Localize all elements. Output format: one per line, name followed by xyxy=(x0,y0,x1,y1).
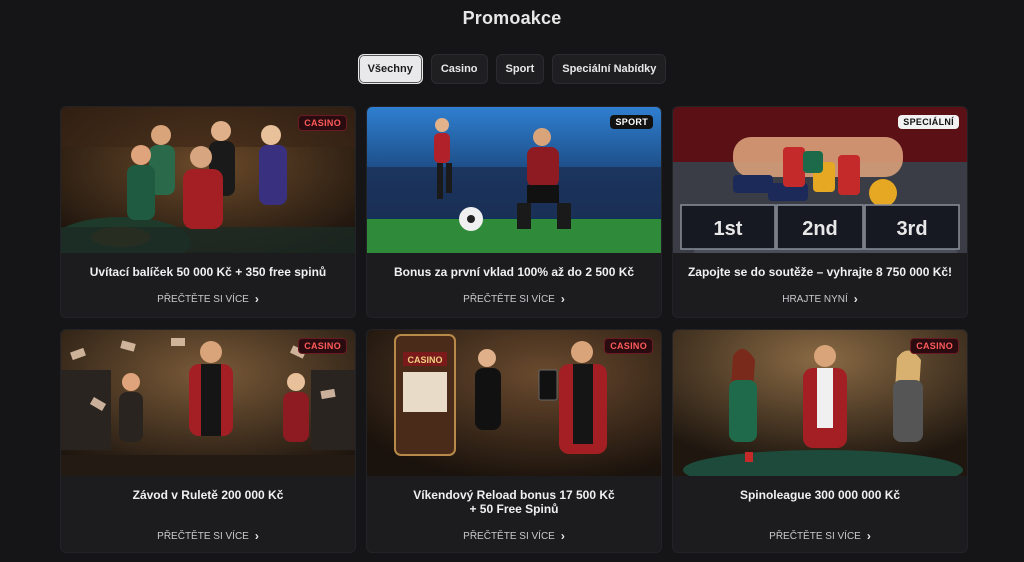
page-title: Promoakce xyxy=(462,8,562,28)
chevron-right-icon: › xyxy=(560,529,565,543)
play-now-label: HRAJTE NYNÍ xyxy=(782,293,848,305)
category-badge: SPORT xyxy=(610,115,653,129)
promo-title: Zapojte se do soutěže – vyhrajte 8 750 0… xyxy=(687,265,953,279)
chevron-right-icon: › xyxy=(853,292,858,306)
prize-second-label: 2nd xyxy=(802,218,838,240)
promo-card-spinoleague[interactable]: CASINO Spinoleague 300 000 000 Kč PŘEČTĚ… xyxy=(672,329,968,553)
category-badge: SPECIÁLNÍ xyxy=(898,115,959,129)
filter-sport[interactable]: Sport xyxy=(495,54,545,84)
promo-title-line-1: Víkendový Reload bonus 17 500 Kč xyxy=(413,488,615,502)
read-more-label: PŘEČTĚTE SI VÍCE xyxy=(157,530,249,542)
category-badge: CASINO xyxy=(298,338,347,354)
category-badge: CASINO xyxy=(604,338,653,354)
read-more-label: PŘEČTĚTE SI VÍCE xyxy=(463,293,555,305)
chevron-right-icon: › xyxy=(254,529,259,543)
filter-all[interactable]: Všechny xyxy=(357,54,423,84)
read-more-label: PŘEČTĚTE SI VÍCE xyxy=(769,530,861,542)
promo-card-welcome[interactable]: CASINO Uvítací balíček 50 000 Kč + 350 f… xyxy=(60,106,356,318)
read-more-link[interactable]: PŘEČTĚTE SI VÍCE › xyxy=(61,292,355,306)
promo-title: Bonus za první vklad 100% až do 2 500 Kč xyxy=(393,265,635,279)
promo-title-line-2: + 50 Free Spinů xyxy=(469,502,559,516)
promo-image-casino-group: CASINO xyxy=(61,107,355,253)
promo-image-roulette-money: CASINO xyxy=(61,330,355,476)
slot-casino-label: CASINO xyxy=(407,355,442,365)
prize-first-label: 1st xyxy=(714,218,743,240)
promo-title: Spinoleague 300 000 000 Kč xyxy=(739,488,901,502)
filter-casino[interactable]: Casino xyxy=(430,54,488,84)
promo-card-first-deposit[interactable]: SPORT Bonus za první vklad 100% až do 2 … xyxy=(366,106,662,318)
read-more-label: PŘEČTĚTE SI VÍCE xyxy=(463,530,555,542)
chevron-right-icon: › xyxy=(866,529,871,543)
promo-image-poker-chips: 1st 2nd 3rd SPECIÁLNÍ xyxy=(673,107,967,253)
chevron-right-icon: › xyxy=(560,292,565,306)
prize-third-label: 3rd xyxy=(896,218,927,240)
filter-tabs: Všechny Casino Sport Speciální Nabídky xyxy=(0,54,1024,84)
category-badge: CASINO xyxy=(298,115,347,131)
read-more-link[interactable]: PŘEČTĚTE SI VÍCE › xyxy=(673,529,967,543)
promo-title: Uvítací balíček 50 000 Kč + 350 free spi… xyxy=(89,265,327,279)
category-badge: CASINO xyxy=(910,338,959,354)
read-more-link[interactable]: PŘEČTĚTE SI VÍCE › xyxy=(367,529,661,543)
read-more-label: PŘEČTĚTE SI VÍCE xyxy=(157,293,249,305)
promo-title: Závod v Ruletě 200 000 Kč xyxy=(132,488,284,502)
promo-image-casino-table: CASINO xyxy=(673,330,967,476)
promo-image-football: SPORT xyxy=(367,107,661,253)
promo-card-contest[interactable]: 1st 2nd 3rd SPECIÁLNÍ Zapojte se do sout… xyxy=(672,106,968,318)
filter-special-offers[interactable]: Speciální Nabídky xyxy=(552,54,667,84)
promo-card-weekend-reload[interactable]: CASINO CASINO Víkendový Reload bonus 17 … xyxy=(366,329,662,553)
promo-image-slot-machine: CASINO CASINO xyxy=(367,330,661,476)
read-more-link[interactable]: PŘEČTĚTE SI VÍCE › xyxy=(61,529,355,543)
play-now-link[interactable]: HRAJTE NYNÍ › xyxy=(673,292,967,306)
read-more-link[interactable]: PŘEČTĚTE SI VÍCE › xyxy=(367,292,661,306)
promo-card-roulette-race[interactable]: CASINO Závod v Ruletě 200 000 Kč PŘEČTĚT… xyxy=(60,329,356,553)
chevron-right-icon: › xyxy=(254,292,259,306)
